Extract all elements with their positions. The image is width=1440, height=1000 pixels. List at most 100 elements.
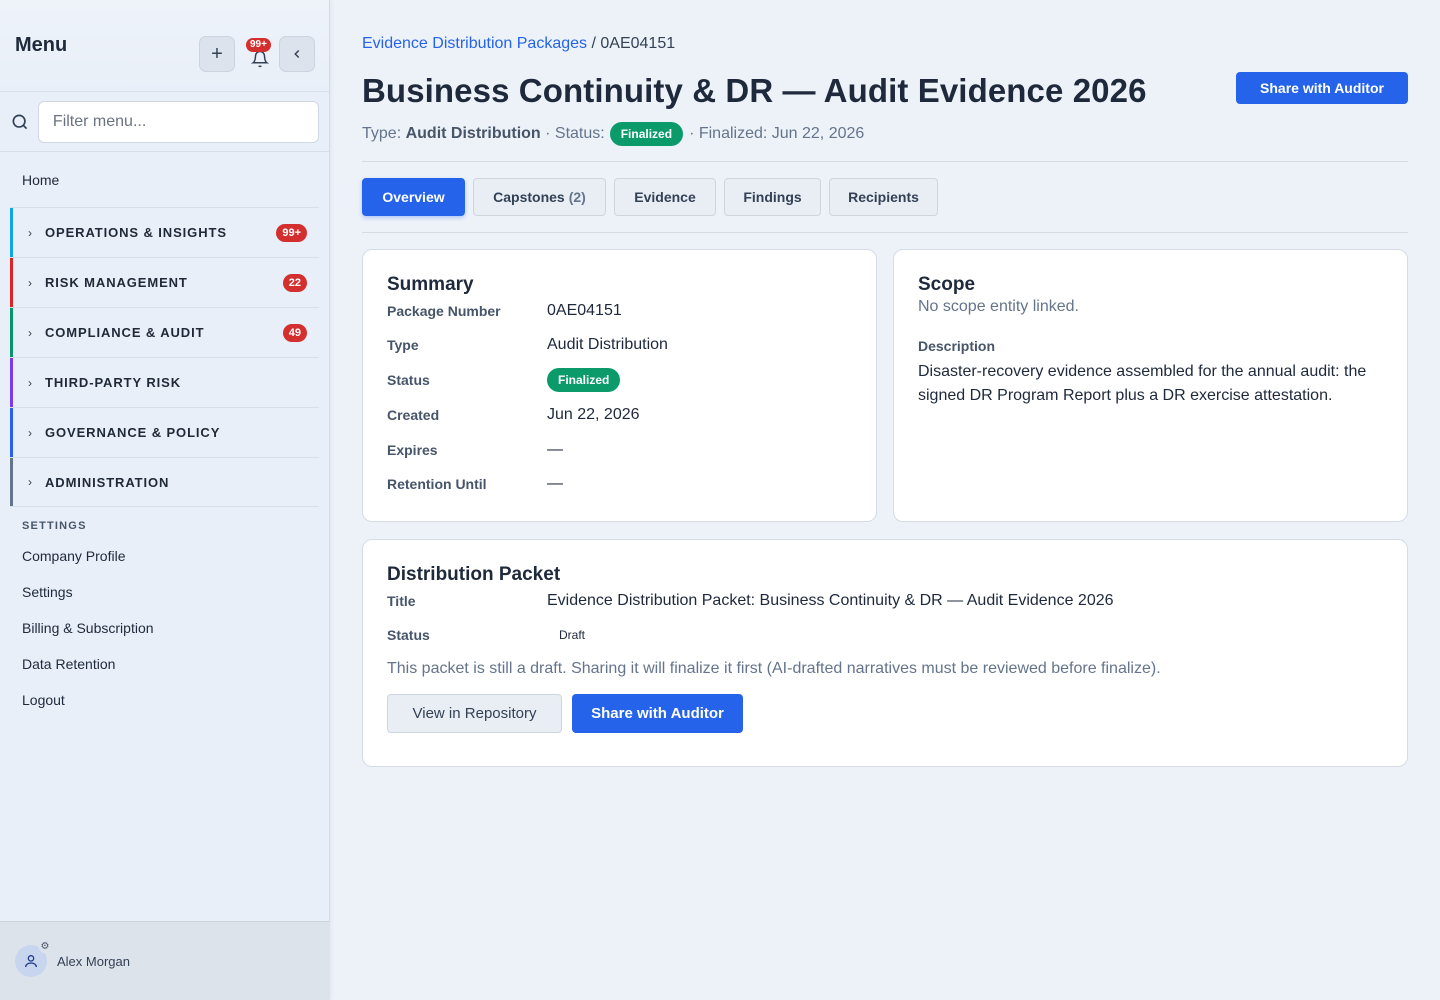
user-name: Alex Morgan xyxy=(57,953,130,969)
sidebar-item-home[interactable]: Home xyxy=(0,152,329,207)
count-badge: 22 xyxy=(282,273,307,292)
tab-evidence[interactable]: Evidence xyxy=(614,178,716,216)
field-value: — xyxy=(547,475,563,492)
field-label: Type xyxy=(387,337,419,353)
filter-menu-input[interactable] xyxy=(37,100,319,143)
summary-card: Summary Package Number 0AE04151 Type Aud… xyxy=(362,249,877,522)
sidebar-item-billing-subscription[interactable]: Billing & Subscription xyxy=(0,610,329,646)
status-badge: Finalized xyxy=(609,122,684,146)
field-label: Created xyxy=(387,407,440,423)
tab-bar: Overview Capstones (2) Evidence Findings … xyxy=(362,178,1408,216)
draft-status-badge: Draft xyxy=(559,628,586,642)
field-value: 0AE04151 xyxy=(547,302,622,319)
field-label: Status xyxy=(387,372,430,388)
avatar: ⚙ xyxy=(15,941,51,977)
breadcrumb-parent-link[interactable]: Evidence Distribution Packages xyxy=(362,35,587,52)
gear-icon: ⚙ xyxy=(39,941,51,953)
tab-label: Findings xyxy=(743,189,802,205)
count-badge: 99+ xyxy=(276,223,307,242)
sidebar-item-data-retention[interactable]: Data Retention xyxy=(0,646,329,682)
page-meta: Type: Audit Distribution · Status: Final… xyxy=(362,122,1408,146)
tab-findings[interactable]: Findings xyxy=(724,178,821,216)
chevron-right-icon: › xyxy=(28,475,32,489)
breadcrumb-current: 0AE04151 xyxy=(600,35,676,52)
view-in-repository-button[interactable]: View in Repository xyxy=(387,694,562,733)
status-badge: Finalized xyxy=(547,368,621,392)
scope-title: Scope xyxy=(918,274,976,295)
tab-overview[interactable]: Overview xyxy=(362,178,465,216)
breadcrumb-separator: / xyxy=(591,35,596,52)
sidebar-item-company-profile[interactable]: Company Profile xyxy=(0,538,329,574)
summary-title: Summary xyxy=(387,274,474,295)
divider xyxy=(362,161,1408,162)
sidebar-group-operations-insights[interactable]: › OPERATIONS & INSIGHTS 99+ xyxy=(10,207,319,257)
tab-label: Recipients xyxy=(848,189,919,205)
group-accent-bar xyxy=(10,458,13,506)
sidebar-group-governance-policy[interactable]: › GOVERNANCE & POLICY xyxy=(10,407,319,457)
user-profile[interactable]: ⚙ Alex Morgan xyxy=(0,921,330,1000)
chevron-right-icon: › xyxy=(28,325,32,340)
plus-icon: + xyxy=(211,42,223,65)
sidebar-group-risk-management[interactable]: › RISK MANAGEMENT 22 xyxy=(10,257,319,307)
breadcrumb: Evidence Distribution Packages / 0AE0415… xyxy=(362,35,1408,55)
sidebar-item-settings[interactable]: Settings xyxy=(0,574,329,610)
tab-count: (2) xyxy=(568,189,586,205)
main-content: Evidence Distribution Packages / 0AE0415… xyxy=(362,0,1408,767)
sidebar-group-label: COMPLIANCE & AUDIT xyxy=(45,325,205,340)
chevron-right-icon: › xyxy=(28,375,32,390)
sidebar-item-logout[interactable]: Logout xyxy=(0,682,329,718)
tab-label: Capstones xyxy=(493,189,565,205)
tab-recipients[interactable]: Recipients xyxy=(829,178,938,216)
sidebar-group-label: OPERATIONS & INSIGHTS xyxy=(45,225,227,240)
chevron-right-icon: › xyxy=(28,275,32,290)
share-with-auditor-packet-button[interactable]: Share with Auditor xyxy=(572,694,743,733)
sidebar-header: Menu + 99+ xyxy=(0,0,329,92)
sidebar: Menu + 99+ Home › OPERATIONS & INSIGHTS 99… xyxy=(0,0,330,1000)
finalized-date: · Finalized: Jun 22, 2026 xyxy=(689,125,865,142)
add-button[interactable]: + xyxy=(199,36,235,72)
field-value: Audit Distribution xyxy=(547,336,668,353)
field-value: Jun 22, 2026 xyxy=(547,406,640,423)
summary-row: Status Finalized xyxy=(387,366,852,394)
user-icon xyxy=(25,955,37,968)
sidebar-search xyxy=(0,92,329,152)
summary-row: Retention Until — xyxy=(387,464,852,504)
share-with-auditor-button[interactable]: Share with Auditor xyxy=(1236,72,1408,104)
packet-row: Title Evidence Distribution Packet: Busi… xyxy=(387,588,1383,614)
sidebar-group-label: RISK MANAGEMENT xyxy=(45,275,188,290)
group-accent-bar xyxy=(10,208,13,257)
field-label: Package Number xyxy=(387,303,501,319)
packet-row: Status Draft xyxy=(387,614,1383,656)
field-label: Title xyxy=(387,593,416,609)
field-label: Expires xyxy=(387,442,438,458)
type-label: Type: xyxy=(362,125,402,142)
tab-capstones[interactable]: Capstones (2) xyxy=(473,178,606,216)
sidebar-title: Menu xyxy=(15,34,68,56)
sidebar-group-compliance-audit[interactable]: › COMPLIANCE & AUDIT 49 xyxy=(10,307,319,357)
sidebar-group-label: ADMINISTRATION xyxy=(45,474,170,490)
status-label: · Status: xyxy=(545,125,605,142)
search-icon xyxy=(12,114,28,129)
sidebar-group-administration[interactable]: › ADMINISTRATION xyxy=(10,457,319,507)
packet-note: This packet is still a draft. Sharing it… xyxy=(387,660,1161,677)
summary-row: Type Audit Distribution xyxy=(387,324,852,366)
tab-label: Evidence xyxy=(634,189,696,205)
group-accent-bar xyxy=(10,308,13,357)
sidebar-group-third-party-risk[interactable]: › THIRD-PARTY RISK xyxy=(10,357,319,407)
group-accent-bar xyxy=(10,258,13,307)
scope-card: Scope No scope entity linked. Descriptio… xyxy=(893,249,1408,522)
description-label: Description xyxy=(918,338,996,354)
overview-cards: Summary Package Number 0AE04151 Type Aud… xyxy=(362,249,1408,522)
field-value: — xyxy=(547,441,563,458)
summary-row: Package Number 0AE04151 xyxy=(387,298,852,324)
chevron-right-icon: › xyxy=(28,225,32,240)
summary-row: Expires — xyxy=(387,436,852,464)
collapse-sidebar-button[interactable] xyxy=(279,36,315,72)
settings-section-label: SETTINGS xyxy=(22,520,87,532)
notification-badge: 99+ xyxy=(246,38,271,52)
field-label: Retention Until xyxy=(387,476,487,492)
sidebar-group-label: GOVERNANCE & POLICY xyxy=(45,425,221,440)
field-value: Evidence Distribution Packet: Business C… xyxy=(547,592,1114,609)
count-badge: 49 xyxy=(282,323,307,342)
group-accent-bar xyxy=(10,408,13,457)
